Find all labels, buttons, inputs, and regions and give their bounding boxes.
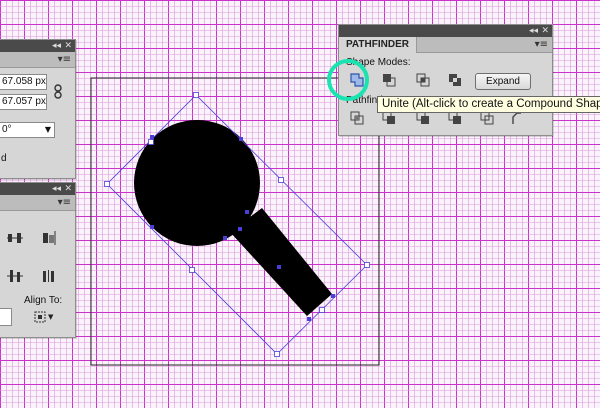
distribute-spacing-horizontal-button[interactable]: [39, 267, 59, 285]
trim-icon: [382, 111, 395, 124]
horizontal-spacing-icon: [43, 270, 54, 282]
chevron-down-icon: ▼: [44, 125, 51, 134]
crop-icon: [448, 111, 461, 124]
constrain-proportions-link-icon[interactable]: [54, 84, 62, 100]
panel-tabrow: PATHFINDER ▾≡: [339, 37, 552, 53]
chevron-down-icon: ▼: [48, 313, 54, 321]
divide-icon: [350, 111, 364, 125]
intersect-button[interactable]: [413, 71, 433, 89]
unite-tooltip: Unite (Alt-click to create a Compound Sh…: [377, 96, 600, 113]
transform-panel: ◂◂ ✕ ▾≡ 67.058 px 67.057 px 0° ▼ d: [0, 39, 76, 179]
panel-topbar: ◂◂ ✕: [0, 183, 75, 195]
exclude-button[interactable]: [445, 71, 465, 89]
close-icon[interactable]: ✕: [64, 41, 72, 51]
outline-icon: [480, 111, 494, 125]
panel-menu-icon[interactable]: ▾≡: [58, 197, 71, 208]
align-to-dropdown[interactable]: ▼: [33, 308, 57, 326]
expand-button[interactable]: Expand: [475, 73, 531, 90]
highlight-ring: [327, 59, 369, 101]
panel-topbar: ◂◂ ✕: [0, 40, 75, 52]
distribute-spacing-vertical-button[interactable]: [5, 267, 25, 285]
minus-front-button[interactable]: [379, 71, 399, 89]
distribute-horizontal-icon: [7, 233, 23, 243]
width-field[interactable]: 67.058 px: [0, 74, 47, 90]
collapse-panel-icon[interactable]: ◂◂: [529, 26, 538, 36]
divide-button[interactable]: [347, 109, 367, 127]
height-field[interactable]: 67.057 px: [0, 94, 47, 110]
tab-pathfinder[interactable]: PATHFINDER: [339, 37, 417, 53]
panel-tabrow: ▾≡: [0, 195, 75, 211]
align-panel: ◂◂ ✕ ▾≡ Align To: ▼: [0, 182, 76, 338]
distribute-right-button[interactable]: [39, 229, 59, 247]
close-icon[interactable]: ✕: [541, 26, 549, 36]
panel-menu-icon[interactable]: ▾≡: [535, 39, 548, 50]
collapse-panel-icon[interactable]: ◂◂: [52, 184, 61, 194]
collapse-panel-icon[interactable]: ◂◂: [52, 41, 61, 51]
vertical-spacing-icon: [7, 270, 23, 282]
panel-topbar: ◂◂ ✕: [339, 25, 552, 37]
distribute-right-icon: [43, 231, 56, 245]
chain-link-icon: [54, 84, 62, 99]
merge-icon: [416, 111, 429, 124]
rotate-angle-select[interactable]: 0° ▼: [0, 122, 55, 138]
align-to-selection-icon: [34, 311, 46, 323]
magnifier-handle-shape[interactable]: [230, 208, 332, 316]
panel-tabrow: ▾≡: [0, 52, 75, 68]
angle-value: 0°: [2, 124, 12, 135]
close-icon[interactable]: ✕: [64, 184, 72, 194]
intersect-icon: [416, 73, 430, 87]
spacing-value-field[interactable]: [0, 308, 12, 326]
partial-option-label: d: [1, 153, 7, 164]
distribute-horizontal-center-button[interactable]: [5, 229, 25, 247]
minus-back-icon: [512, 112, 521, 124]
minus-front-icon: [383, 74, 396, 87]
exclude-icon: [449, 74, 461, 86]
panel-menu-icon[interactable]: ▾≡: [58, 54, 71, 65]
align-to-label: Align To:: [24, 295, 63, 306]
